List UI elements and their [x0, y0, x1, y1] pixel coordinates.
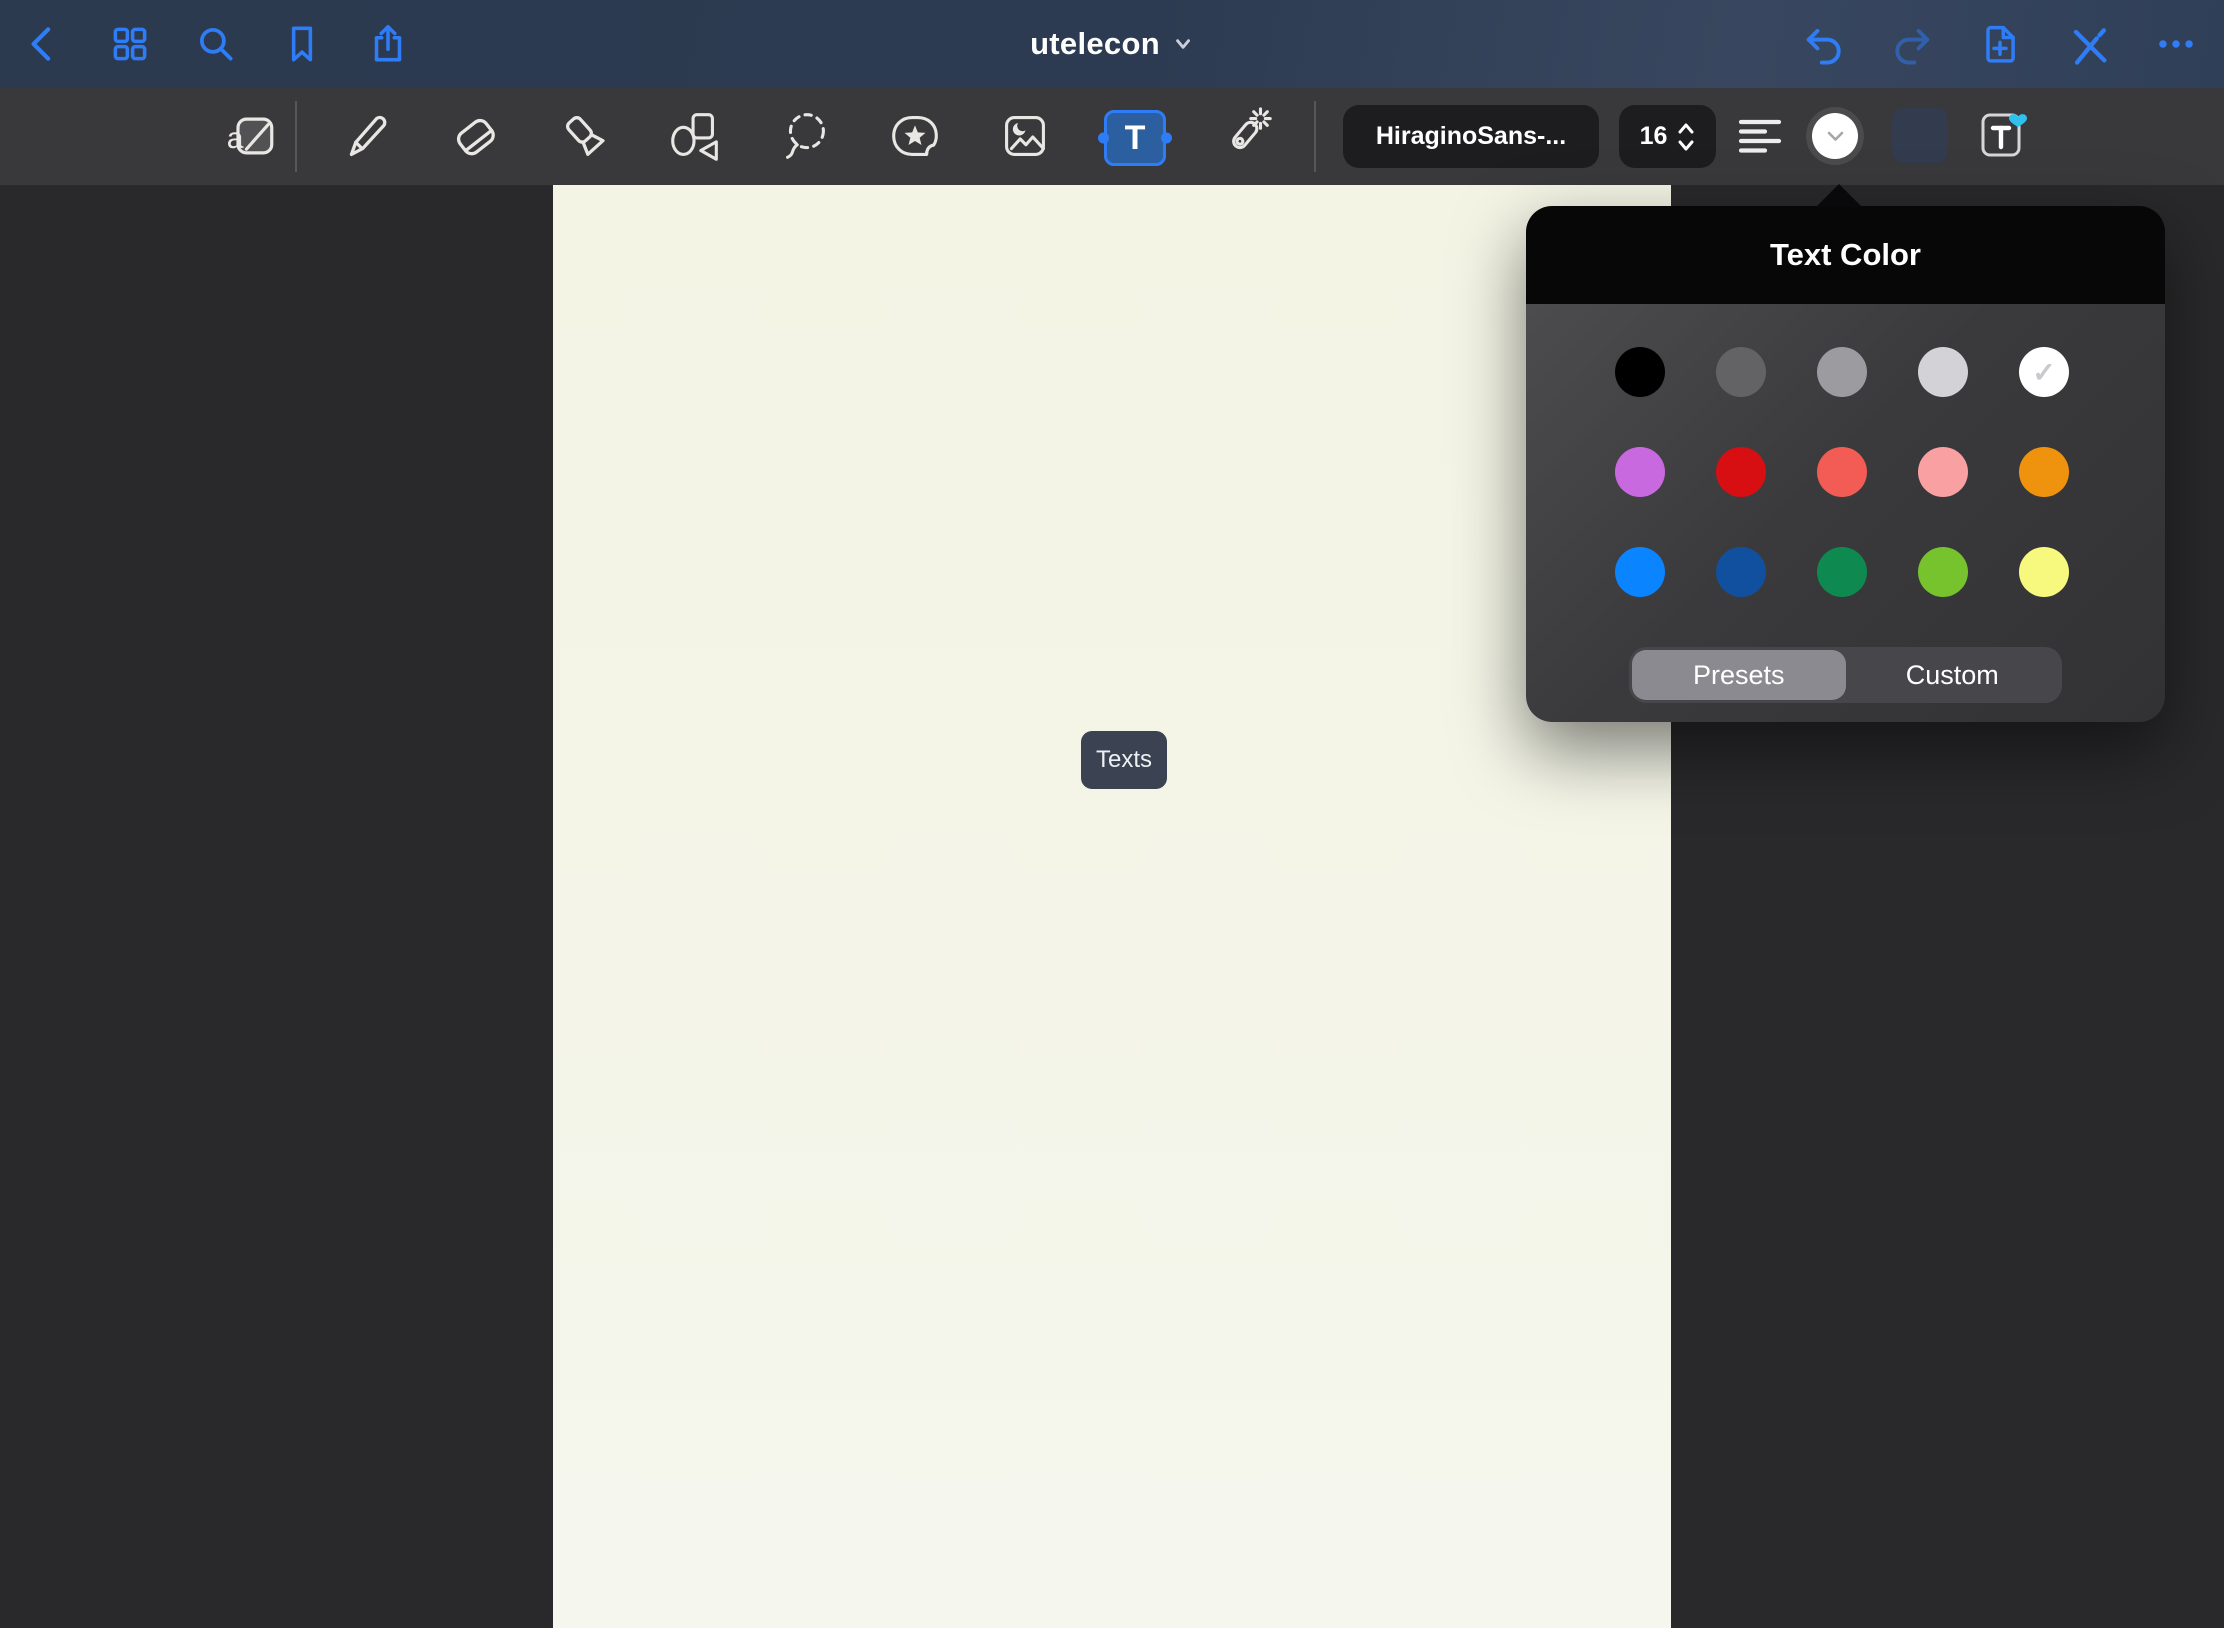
- popover-body: Presets Custom: [1526, 304, 2165, 722]
- add-page-icon: [1976, 20, 2024, 68]
- page-thumbnails-icon: [107, 21, 153, 67]
- back-icon: [21, 21, 67, 67]
- font-size-stepper[interactable]: 16: [1619, 105, 1716, 168]
- tool-shapes[interactable]: [663, 104, 727, 168]
- color-swatch-black[interactable]: [1615, 347, 1665, 397]
- color-swatch-orange[interactable]: [2019, 447, 2069, 497]
- font-size-value: 16: [1640, 122, 1668, 151]
- color-swatch-gray[interactable]: [1817, 347, 1867, 397]
- thumbnails-button[interactable]: [104, 18, 156, 70]
- color-swatch-pink[interactable]: [1918, 447, 1968, 497]
- tool-text[interactable]: T: [1103, 104, 1167, 168]
- image-icon: [994, 105, 1056, 167]
- navbar-right-group: [1798, 18, 2224, 70]
- title-chevron-down-icon: [1172, 33, 1194, 55]
- current-color-swatch: [1812, 113, 1858, 159]
- text-tool-selected: T: [1104, 110, 1166, 166]
- eraser-icon: [444, 105, 506, 167]
- tools-group: T: [333, 104, 1277, 168]
- tool-highlighter[interactable]: [553, 104, 617, 168]
- highlighter-icon: [554, 105, 616, 167]
- text-tool-icon: T: [1125, 121, 1146, 155]
- tool-lasso[interactable]: [773, 104, 837, 168]
- color-swatch-coral[interactable]: [1817, 447, 1867, 497]
- share-icon: [365, 21, 411, 67]
- tool-image[interactable]: [993, 104, 1057, 168]
- color-swatch-grid: [1526, 304, 2069, 597]
- pencil-off-icon: [2064, 20, 2112, 68]
- search-button[interactable]: [190, 18, 242, 70]
- color-swatch-blue[interactable]: [1615, 547, 1665, 597]
- stepper-chevrons-icon: [1677, 120, 1695, 154]
- text-color-popover: Text Color Presets Custom: [1526, 206, 2165, 722]
- shapes-icon: [664, 105, 726, 167]
- read-mode-toggle[interactable]: a: [221, 104, 285, 168]
- text-style-heart-icon: [1974, 102, 2030, 164]
- color-swatch-dark-blue[interactable]: [1716, 547, 1766, 597]
- color-chevron-down-icon: [1827, 131, 1844, 142]
- tab-presets[interactable]: Presets: [1632, 650, 1846, 700]
- bookmark-button[interactable]: [276, 18, 328, 70]
- color-swatch-yellow[interactable]: [2019, 547, 2069, 597]
- popover-arrow: [1816, 184, 1862, 207]
- font-family-label: HiraginoSans-...: [1376, 122, 1566, 151]
- add-page-button[interactable]: [1974, 18, 2026, 70]
- color-swatch-purple[interactable]: [1615, 447, 1665, 497]
- bookmark-icon: [279, 21, 325, 67]
- redo-button[interactable]: [1886, 18, 1938, 70]
- page-text-label: Texts: [1081, 731, 1167, 789]
- read-mode-icon: a: [223, 106, 283, 166]
- popover-title: Text Color: [1770, 237, 1921, 273]
- more-button[interactable]: [2150, 18, 2202, 70]
- color-swatch-green[interactable]: [1817, 547, 1867, 597]
- undo-icon: [1800, 20, 1848, 68]
- document-title-button[interactable]: utelecon: [1030, 0, 1194, 88]
- color-swatch-light-green[interactable]: [1918, 547, 1968, 597]
- color-swatch-red[interactable]: [1716, 447, 1766, 497]
- tool-pen[interactable]: [333, 104, 397, 168]
- undo-button[interactable]: [1798, 18, 1850, 70]
- share-button[interactable]: [362, 18, 414, 70]
- stickers-icon: [884, 105, 946, 167]
- document-title: utelecon: [1030, 26, 1160, 62]
- favorite-text-style-button[interactable]: [1974, 102, 2030, 164]
- color-swatch-light-gray[interactable]: [1918, 347, 1968, 397]
- back-button[interactable]: [18, 18, 70, 70]
- tool-eraser[interactable]: [443, 104, 507, 168]
- tab-custom[interactable]: Custom: [1846, 650, 2060, 700]
- pencil-off-button[interactable]: [2062, 18, 2114, 70]
- tool-laser-pointer[interactable]: [1213, 104, 1277, 168]
- toolbar-divider: [1314, 101, 1316, 172]
- presets-custom-segmented-control: Presets Custom: [1629, 647, 2062, 703]
- pen-icon: [334, 105, 396, 167]
- text-color-button[interactable]: [1806, 107, 1864, 165]
- selection-handle-right: [1161, 133, 1172, 144]
- font-family-button[interactable]: HiraginoSans-...: [1343, 105, 1599, 168]
- textbox-style-button[interactable]: [1892, 108, 1948, 163]
- align-left-icon: [1738, 118, 1782, 156]
- toolbar-divider: [295, 101, 297, 172]
- text-align-button[interactable]: [1738, 117, 1782, 157]
- more-icon: [2152, 20, 2200, 68]
- color-swatch-dark-gray[interactable]: [1716, 347, 1766, 397]
- redo-icon: [1888, 20, 1936, 68]
- selection-handle-left: [1098, 133, 1109, 144]
- popover-header: Text Color: [1526, 206, 2165, 304]
- tool-stickers[interactable]: [883, 104, 947, 168]
- color-swatch-white[interactable]: [2019, 347, 2069, 397]
- lasso-icon: [774, 105, 836, 167]
- navbar-left-group: [0, 18, 414, 70]
- svg-text:a: a: [227, 122, 244, 155]
- note-page[interactable]: [553, 185, 1671, 1628]
- search-icon: [193, 21, 239, 67]
- page-text-label-text: Texts: [1096, 746, 1152, 774]
- navigation-bar: utelecon: [0, 0, 2224, 88]
- tool-bar: a T: [0, 88, 2224, 185]
- laser-pointer-icon: [1214, 105, 1276, 167]
